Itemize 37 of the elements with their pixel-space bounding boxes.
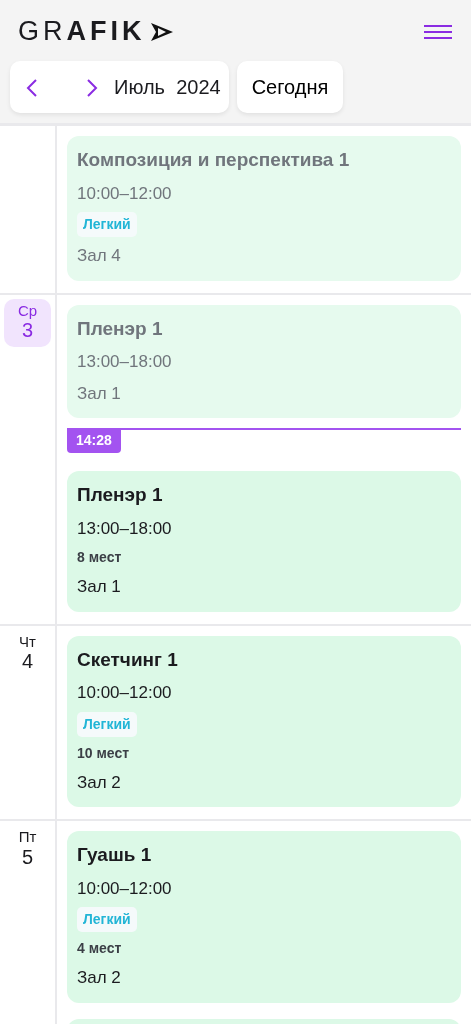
month-label: Июль 2024 bbox=[114, 75, 221, 100]
seats-count: 10 мест bbox=[77, 743, 130, 763]
day-label[interactable]: Пт 5 bbox=[4, 825, 51, 874]
event-card[interactable]: Скетчинг 1 10:00–12:00 Легкий 10 мест Зал 2 bbox=[67, 635, 461, 807]
level-tag: Легкий bbox=[77, 212, 137, 237]
room-label: Зал 2 bbox=[77, 967, 121, 989]
logo-text: GRAFIK bbox=[18, 18, 146, 45]
day-label[interactable]: Чт 4 bbox=[4, 629, 51, 678]
room-label: Зал 1 bbox=[77, 382, 121, 405]
event-title: Пленэр 1 bbox=[77, 316, 163, 341]
day-label[interactable]: Ср 3 bbox=[4, 298, 51, 347]
event-time: 10:00–12:00 bbox=[77, 182, 172, 205]
event-card[interactable]: Гуашь 1 10:00–12:00 Легкий 4 мест Зал 2 bbox=[67, 831, 461, 1003]
chevron-right-icon bbox=[86, 77, 98, 98]
level-tag: Легкий bbox=[77, 711, 137, 737]
room-label: Зал 2 bbox=[77, 771, 121, 794]
event-time: 13:00–18:00 bbox=[77, 517, 172, 540]
arrow-icon bbox=[149, 21, 174, 42]
room-label: Зал 1 bbox=[77, 576, 121, 598]
room-label: Зал 4 bbox=[77, 245, 121, 267]
event-time: 13:00–18:00 bbox=[77, 351, 172, 373]
event-time: 10:00–12:00 bbox=[77, 682, 172, 704]
chevron-left-icon bbox=[26, 77, 38, 98]
event-title: Гуашь 1 bbox=[77, 843, 152, 867]
seats-count: 4 мест bbox=[77, 939, 122, 958]
current-time-badge: 14:28 bbox=[67, 428, 121, 453]
menu-icon[interactable] bbox=[423, 23, 453, 40]
event-title: Скетчинг 1 bbox=[77, 647, 178, 672]
seats-count: 8 мест bbox=[77, 548, 122, 567]
event-title: Композиция и перспектива 1 bbox=[77, 148, 350, 172]
event-title: Пленэр 1 bbox=[77, 483, 163, 507]
event-card[interactable]: Пленэр 1 13:00–18:00 8 мест Зал 1 bbox=[67, 471, 461, 612]
today-button[interactable]: Сегодня bbox=[236, 61, 344, 113]
event-time: 10:00–12:00 bbox=[77, 877, 172, 900]
event-card[interactable]: Композиция и перспектива 1 10:00–12:00 Легкий Зал 4 bbox=[67, 136, 461, 281]
event-card[interactable]: Пленэр 1 13:00–18:00 Зал 1 bbox=[67, 304, 461, 418]
level-tag: Легкий bbox=[77, 907, 137, 932]
